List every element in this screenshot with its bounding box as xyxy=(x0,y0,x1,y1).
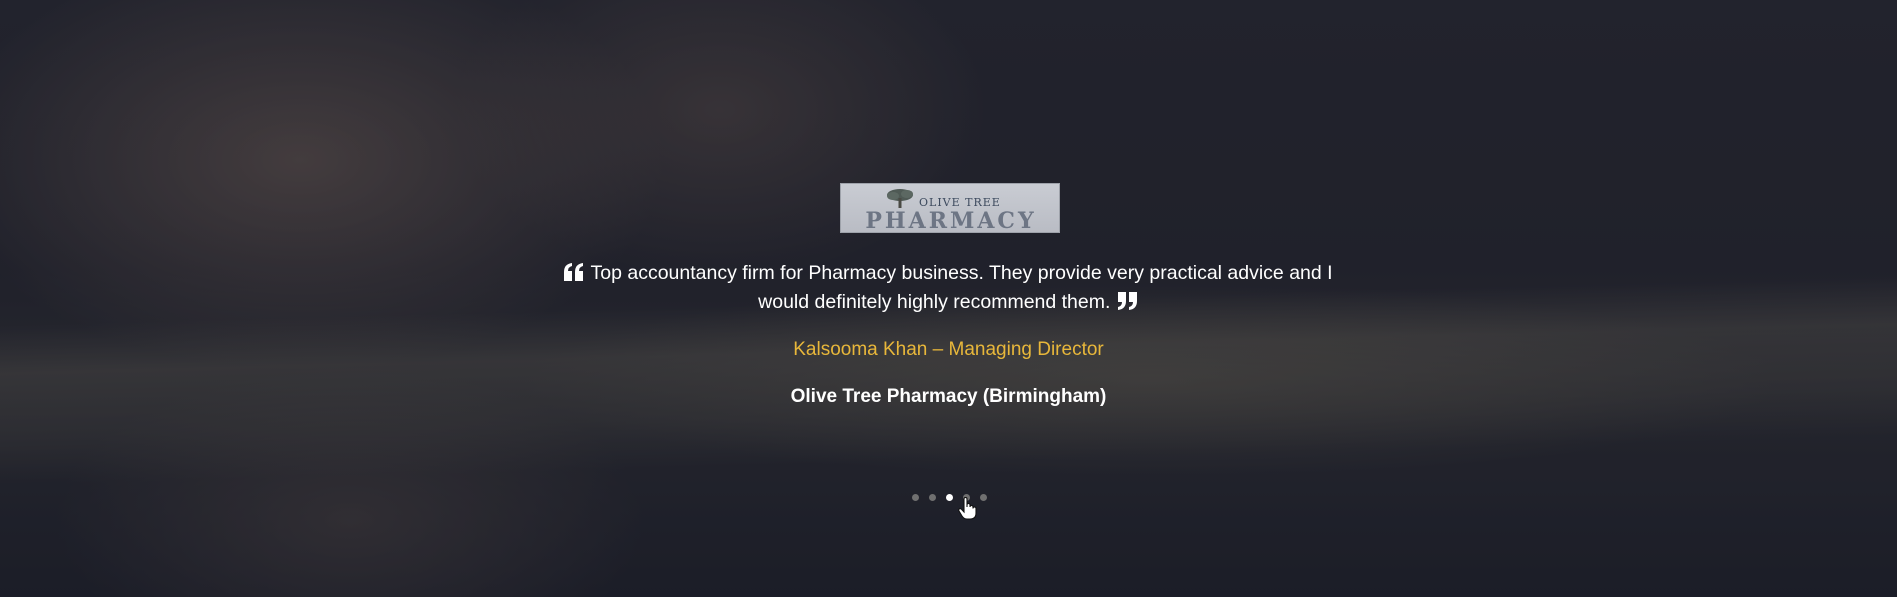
tree-icon xyxy=(887,189,913,208)
testimonial-quote: Top accountancy firm for Pharmacy busine… xyxy=(548,259,1348,317)
testimonial-slide: OLIVE TREE PHARMACY Top accountancy firm… xyxy=(0,0,1897,597)
testimonial-author: Kalsooma Khan – Managing Director xyxy=(793,339,1104,360)
client-logo: OLIVE TREE PHARMACY xyxy=(840,183,1060,233)
testimonial-slider: OLIVE TREE PHARMACY Top accountancy firm… xyxy=(0,0,1897,597)
carousel-dot-3[interactable] xyxy=(946,494,953,501)
carousel-dot-1[interactable] xyxy=(912,494,919,501)
testimonial-company: Olive Tree Pharmacy (Birmingham) xyxy=(790,386,1107,407)
hand-cursor-icon xyxy=(958,497,977,520)
carousel-dot-5[interactable] xyxy=(980,494,987,501)
carousel-dot-2[interactable] xyxy=(929,494,936,501)
logo-text-main: PHARMACY xyxy=(865,208,1037,233)
quote-right-icon xyxy=(1117,292,1137,310)
quote-left-icon xyxy=(564,263,584,281)
quote-text: Top accountancy firm for Pharmacy busine… xyxy=(590,262,1333,313)
